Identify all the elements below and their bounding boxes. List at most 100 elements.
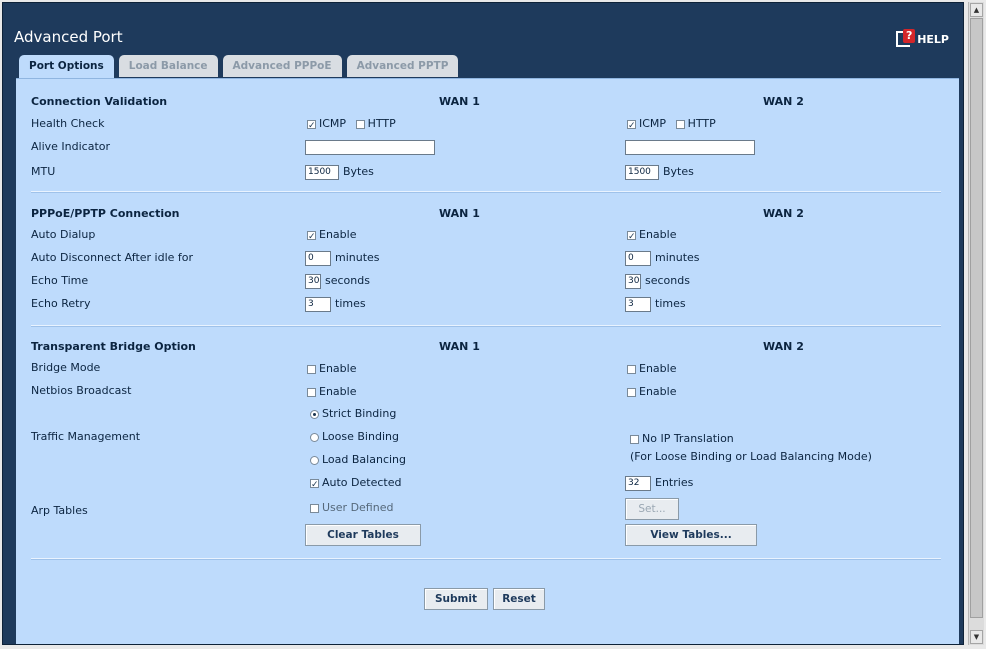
- strict-binding-radio[interactable]: [310, 409, 319, 419]
- no-ip-translation-checkbox[interactable]: [630, 434, 639, 444]
- tab-advanced-pptp[interactable]: Advanced PPTP: [346, 55, 459, 77]
- pppoe-pptp-header: PPPoE/PPTP Connection: [31, 207, 180, 220]
- clear-tables-button[interactable]: Clear Tables: [305, 524, 421, 546]
- bytes-unit: Bytes: [343, 165, 374, 178]
- strict-binding-label: Strict Binding: [322, 407, 397, 420]
- mtu-input-wan1[interactable]: 1500: [305, 164, 339, 180]
- mtu-label: MTU: [31, 165, 56, 178]
- auto-dialup-checkbox-wan1[interactable]: [307, 228, 316, 246]
- netbios-checkbox-wan1[interactable]: [307, 387, 316, 397]
- enable-label: Enable: [319, 362, 357, 375]
- auto-disconnect-wan1: 0 minutes: [305, 249, 380, 267]
- auto-dialup-wan2: Enable: [627, 226, 676, 246]
- alive-indicator-wan2-wrap: [625, 138, 755, 156]
- alive-indicator-input-wan1[interactable]: [305, 139, 435, 155]
- no-ip-translation-option: No IP Translation: [630, 430, 734, 448]
- wan1-header: WAN 1: [439, 95, 480, 108]
- tab-advanced-pppoe[interactable]: Advanced PPPoE: [222, 55, 342, 77]
- traffic-management-label: Traffic Management: [31, 430, 141, 443]
- tab-port-options[interactable]: Port Options: [19, 55, 114, 79]
- http-checkbox-wan2[interactable]: [675, 119, 685, 129]
- view-tables-button[interactable]: View Tables...: [625, 524, 757, 546]
- help-button[interactable]: ? HELP: [896, 29, 949, 49]
- section-divider: [31, 191, 941, 193]
- echo-time-input-wan1[interactable]: 30: [305, 273, 321, 289]
- user-defined-checkbox[interactable]: [310, 503, 319, 513]
- icmp-label: ICMP: [639, 117, 667, 130]
- auto-dialup-label: Auto Dialup: [31, 228, 96, 241]
- auto-detected-checkbox[interactable]: [310, 476, 319, 494]
- auto-disconnect-label: Auto Disconnect After idle for: [31, 251, 194, 264]
- load-balancing-radio[interactable]: [310, 455, 319, 465]
- auto-dialup-checkbox-wan2[interactable]: [627, 228, 636, 246]
- entries-input[interactable]: 32: [625, 475, 651, 491]
- minutes-unit: minutes: [335, 251, 380, 264]
- vertical-scrollbar[interactable]: ▲ ▼: [968, 2, 984, 645]
- enable-label: Enable: [319, 228, 357, 241]
- echo-retry-input-wan1[interactable]: 3: [305, 296, 331, 312]
- strict-binding-option: Strict Binding: [310, 405, 396, 423]
- times-unit: times: [655, 297, 686, 310]
- echo-retry-input-wan2[interactable]: 3: [625, 296, 651, 312]
- mtu-wan1: 1500 Bytes: [305, 163, 374, 181]
- echo-time-wan1: 30 seconds: [305, 272, 370, 290]
- auto-disconnect-input-wan1[interactable]: 0: [305, 250, 331, 266]
- bridge-mode-wan2: Enable: [627, 360, 676, 378]
- mtu-input-wan2[interactable]: 1500: [625, 164, 659, 180]
- echo-retry-wan2: 3 times: [625, 295, 686, 313]
- window-title: Advanced Port: [14, 28, 123, 46]
- bridge-mode-checkbox-wan1[interactable]: [307, 364, 316, 374]
- auto-detected-label: Auto Detected: [322, 476, 402, 489]
- echo-time-wan2: 30 seconds: [625, 272, 690, 290]
- icmp-checkbox-wan1[interactable]: [307, 117, 316, 135]
- seconds-unit: seconds: [325, 274, 370, 287]
- netbios-wan1: Enable: [307, 383, 356, 401]
- scroll-up-icon[interactable]: ▲: [970, 3, 983, 17]
- echo-time-input-wan2[interactable]: 30: [625, 273, 641, 289]
- tab-load-balance[interactable]: Load Balance: [118, 55, 218, 77]
- enable-label: Enable: [639, 362, 677, 375]
- loose-binding-label: Loose Binding: [322, 430, 399, 443]
- submit-button[interactable]: Submit: [424, 588, 488, 610]
- echo-time-label: Echo Time: [31, 274, 89, 287]
- netbios-checkbox-wan2[interactable]: [627, 387, 636, 397]
- auto-disconnect-input-wan2[interactable]: 0: [625, 250, 651, 266]
- wan2-header: WAN 2: [763, 95, 804, 108]
- wan1-header: WAN 1: [439, 340, 480, 353]
- icmp-checkbox-wan2[interactable]: [627, 117, 636, 135]
- load-balancing-option: Load Balancing: [310, 451, 406, 469]
- health-check-label: Health Check: [31, 117, 105, 130]
- arp-tables-label: Arp Tables: [31, 504, 88, 517]
- http-checkbox-wan1[interactable]: [355, 119, 365, 129]
- set-button[interactable]: Set...: [625, 498, 679, 520]
- bridge-mode-checkbox-wan2[interactable]: [627, 364, 636, 374]
- enable-label: Enable: [319, 385, 357, 398]
- user-defined-option: User Defined: [310, 499, 393, 517]
- reset-button[interactable]: Reset: [493, 588, 545, 610]
- wan1-header: WAN 1: [439, 207, 480, 220]
- minutes-unit: minutes: [655, 251, 700, 264]
- netbios-label: Netbios Broadcast: [31, 384, 132, 397]
- scrollbar-thumb[interactable]: [970, 18, 983, 618]
- echo-retry-label: Echo Retry: [31, 297, 91, 310]
- bridge-mode-label: Bridge Mode: [31, 361, 101, 374]
- auto-detected-option: Auto Detected: [310, 474, 402, 494]
- netbios-wan2: Enable: [627, 383, 676, 401]
- section-divider: [31, 325, 941, 327]
- icmp-label: ICMP: [319, 117, 347, 130]
- http-label: HTTP: [367, 117, 396, 130]
- wan2-header: WAN 2: [763, 207, 804, 220]
- enable-label: Enable: [639, 385, 677, 398]
- alive-indicator-input-wan2[interactable]: [625, 139, 755, 155]
- loose-binding-radio[interactable]: [310, 432, 319, 442]
- scroll-down-icon[interactable]: ▼: [970, 630, 983, 644]
- entries-unit: Entries: [655, 476, 694, 489]
- no-ip-note: (For Loose Binding or Load Balancing Mod…: [630, 450, 872, 463]
- echo-retry-wan1: 3 times: [305, 295, 366, 313]
- user-defined-label: User Defined: [322, 501, 394, 514]
- help-label: HELP: [917, 32, 949, 46]
- section-divider: [31, 558, 941, 560]
- no-ip-translation-label: No IP Translation: [642, 432, 734, 445]
- seconds-unit: seconds: [645, 274, 690, 287]
- transparent-bridge-header: Transparent Bridge Option: [31, 340, 196, 353]
